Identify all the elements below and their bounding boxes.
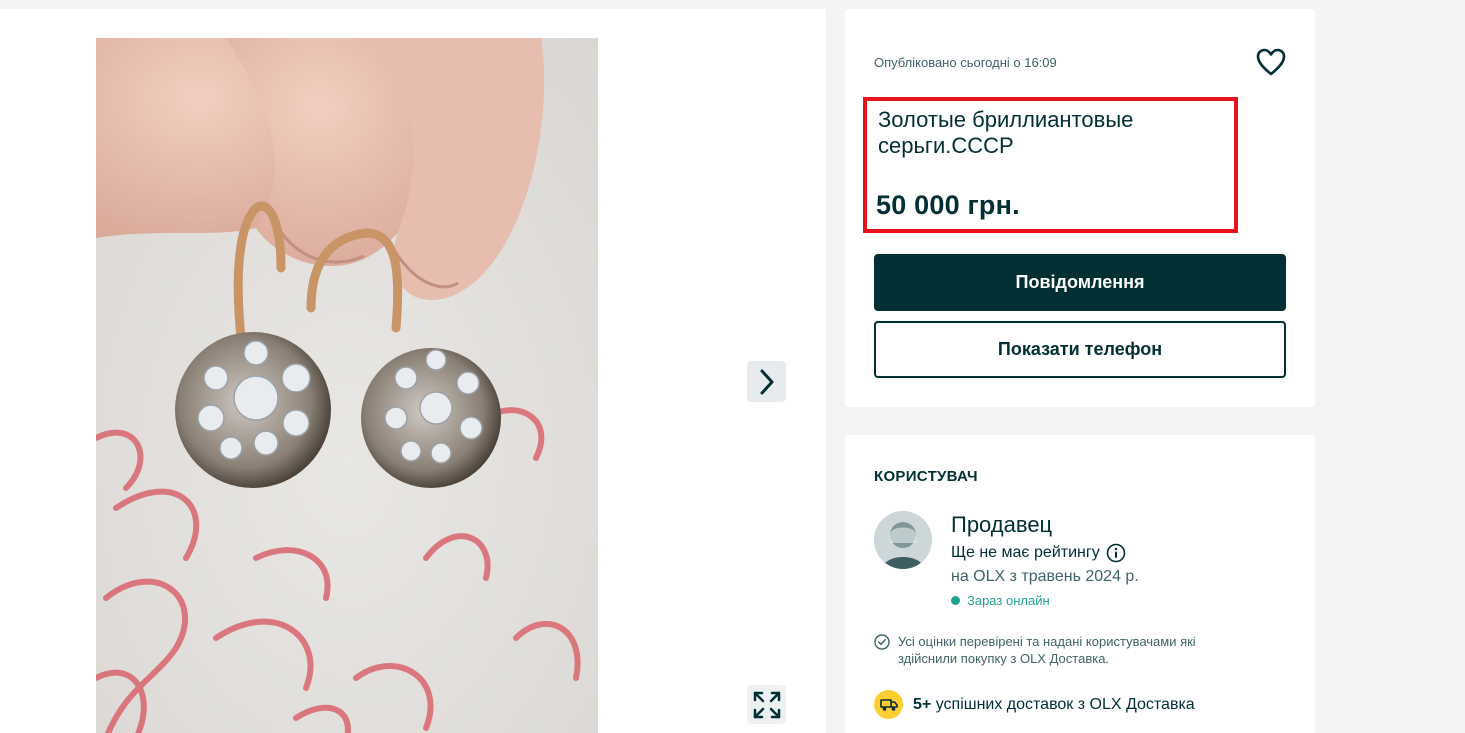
- seller-rating: Ще не має рейтингу: [951, 543, 1126, 563]
- message-button[interactable]: Повідомлення: [874, 254, 1286, 311]
- show-phone-button[interactable]: Показати телефон: [874, 321, 1286, 378]
- heart-icon: [1256, 48, 1286, 76]
- delivery-badge: [874, 690, 903, 719]
- rating-text: Ще не має рейтингу: [951, 544, 1100, 561]
- expand-icon: [753, 691, 780, 718]
- listing-card: Опубліковано сьогодні о 16:09 Золотые бр…: [845, 9, 1315, 407]
- online-dot-icon: [951, 596, 960, 605]
- delivery-text: 5+ успішних доставок з OLX Доставка: [913, 696, 1195, 714]
- user-card: КОРИСТУВАЧ Продавец Ще не має рейтингу н…: [845, 435, 1315, 733]
- delivery-label: успішних доставок з OLX Доставка: [935, 695, 1195, 713]
- truck-icon: [879, 698, 898, 711]
- fullscreen-button[interactable]: [747, 685, 786, 724]
- photo-gallery: [0, 9, 826, 733]
- listing-price: 50 000 грн.: [876, 190, 1020, 220]
- verified-note-text: Усі оцінки перевірені та надані користув…: [898, 634, 1196, 666]
- online-status-text: Зараз онлайн: [967, 593, 1050, 608]
- avatar[interactable]: [874, 511, 932, 569]
- online-status: Зараз онлайн: [951, 593, 1050, 608]
- posted-date: Опубліковано сьогодні о 16:09: [874, 55, 1057, 70]
- chevron-right-icon: [760, 369, 773, 394]
- earrings-photo-illustration: [96, 38, 598, 733]
- default-avatar-icon: [874, 511, 932, 569]
- member-since: на OLX з травень 2024 р.: [951, 568, 1139, 585]
- delivery-count: 5+: [913, 695, 932, 713]
- listing-title: Золотые бриллиантовые серьги.СССР: [878, 107, 1134, 158]
- user-section-heading: КОРИСТУВАЧ: [874, 468, 978, 485]
- info-icon[interactable]: [1106, 543, 1126, 563]
- verified-ratings-note: Усі оцінки перевірені та надані користув…: [874, 633, 1254, 667]
- delivery-stats: 5+ успішних доставок з OLX Доставка: [874, 690, 1195, 719]
- seller-name[interactable]: Продавец: [951, 512, 1052, 538]
- check-circle-icon: [874, 634, 890, 650]
- next-photo-button[interactable]: [747, 361, 786, 402]
- title-price-highlight: Золотые бриллиантовые серьги.СССР 50 000…: [863, 97, 1238, 233]
- listing-photo[interactable]: [96, 38, 598, 733]
- favorite-button[interactable]: [1255, 47, 1287, 77]
